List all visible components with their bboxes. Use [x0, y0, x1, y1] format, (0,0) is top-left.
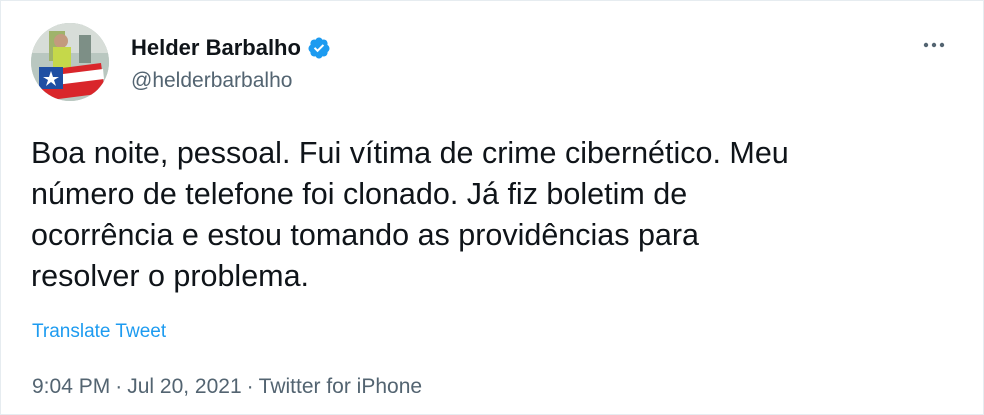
display-name-row: Helder Barbalho [131, 33, 331, 63]
more-options-icon[interactable] [919, 37, 949, 53]
tweet-text: Boa noite, pessoal. Fui vítima de crime … [31, 136, 789, 293]
tweet-time[interactable]: 9:04 PM [32, 375, 110, 399]
tweet-header: Helder Barbalho @helderbarbalho [31, 23, 953, 103]
avatar[interactable] [31, 23, 109, 101]
tweet-date[interactable]: Jul 20, 2021 [127, 375, 241, 399]
tweet-source[interactable]: Twitter for iPhone [259, 375, 422, 399]
translate-tweet-link[interactable]: Translate Tweet [32, 321, 166, 343]
author-names: Helder Barbalho @helderbarbalho [131, 33, 331, 93]
avatar-image [31, 23, 109, 101]
display-name[interactable]: Helder Barbalho [131, 35, 301, 61]
verified-badge-icon [307, 36, 331, 60]
meta-separator: · [246, 375, 254, 398]
tweet-card: Helder Barbalho @helderbarbalho Boa noit… [0, 0, 984, 415]
meta-separator: · [115, 375, 123, 398]
author-handle[interactable]: @helderbarbalho [131, 69, 331, 93]
tweet-meta: 9:04 PM · Jul 20, 2021 · Twitter for iPhone [32, 375, 422, 399]
